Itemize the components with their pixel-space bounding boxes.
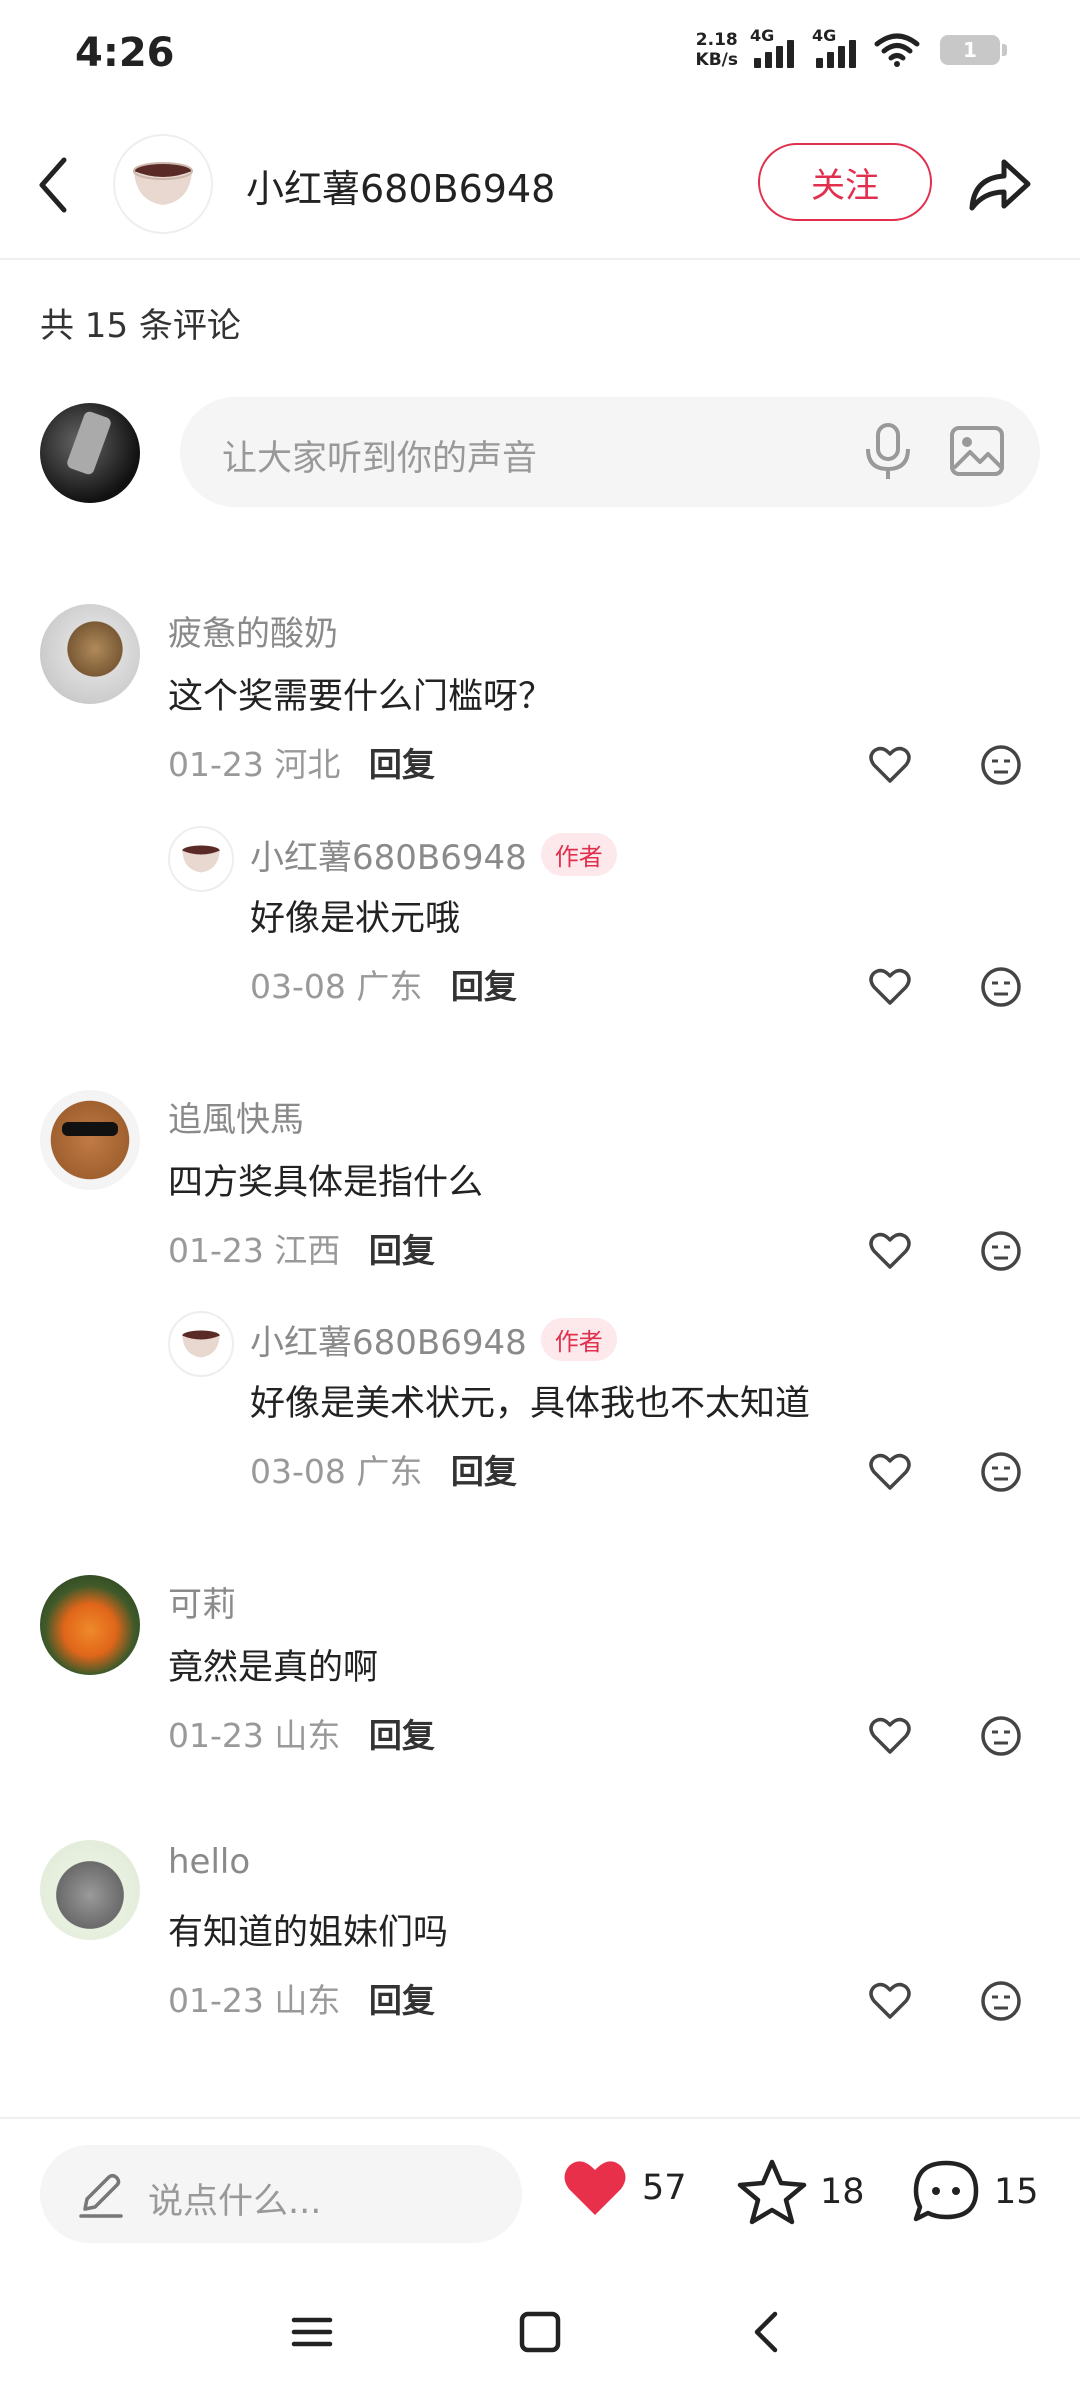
reply-button[interactable]: 回复: [369, 745, 435, 784]
reply-date-location: 03-08 广东: [250, 967, 423, 1006]
comment-text[interactable]: 这个奖需要什么门槛呀？: [168, 668, 553, 719]
heart-filled-icon: [564, 2161, 626, 2215]
commenter-name[interactable]: 疲惫的酸奶: [168, 606, 338, 655]
comment-input[interactable]: 让大家听到你的声音: [180, 397, 1040, 507]
heart-icon[interactable]: [868, 967, 912, 1007]
like-count: 57: [642, 2168, 687, 2208]
dislike-face-icon[interactable]: [980, 966, 1022, 1008]
commenter-avatar[interactable]: [40, 1840, 140, 1940]
comment-meta: 01-23 山东 回复: [168, 1974, 435, 2022]
comment-date-location: 01-23 山东: [168, 1716, 341, 1755]
reply-button[interactable]: 回复: [369, 1981, 435, 2020]
dislike-face-icon[interactable]: [980, 1230, 1022, 1272]
author-badge: 作者: [540, 833, 617, 876]
heart-icon[interactable]: [868, 1716, 912, 1756]
reply-text[interactable]: 好像是美术状元，具体我也不太知道: [250, 1375, 810, 1426]
comment-item: 追風快馬 四方奖具体是指什么 01-23 江西 回复: [0, 1090, 1080, 1290]
status-bar: 4:26 2.18 KB/s 4G 4G 1: [0, 0, 1080, 110]
my-avatar: [40, 403, 140, 503]
favorite-count: 18: [820, 2172, 865, 2212]
share-icon[interactable]: [964, 150, 1034, 220]
microphone-icon[interactable]: [858, 421, 918, 483]
heart-icon[interactable]: [868, 1452, 912, 1492]
dislike-face-icon[interactable]: [980, 1980, 1022, 2022]
star-icon: [737, 2159, 807, 2225]
comment-input-placeholder: 让大家听到你的声音: [222, 439, 538, 479]
battery-icon: 1: [940, 35, 1007, 65]
favorite-stat[interactable]: 18: [736, 2157, 865, 2227]
commenter-name[interactable]: 可莉: [168, 1577, 236, 1626]
dislike-face-icon[interactable]: [980, 744, 1022, 786]
signal-icon: 4G: [812, 26, 862, 68]
say-something-input[interactable]: 说点什么...: [40, 2145, 522, 2243]
home-icon[interactable]: [510, 2302, 570, 2362]
dislike-face-icon[interactable]: [980, 1451, 1022, 1493]
reply-item: 小红薯680B6948 作者 好像是状元哦 03-08 广东 回复: [0, 826, 1080, 1026]
comment-date-location: 01-23 山东: [168, 1981, 341, 2020]
signal-icon: 4G: [750, 26, 800, 68]
say-something-placeholder: 说点什么...: [148, 2182, 322, 2222]
bowl-icon: [182, 1330, 220, 1358]
comment-meta: 01-23 河北 回复: [168, 738, 435, 786]
commenter-avatar[interactable]: [40, 1575, 140, 1675]
reply-button[interactable]: 回复: [369, 1716, 435, 1755]
comment-count-stat: 15: [994, 2172, 1039, 2212]
reply-item: 小红薯680B6948 作者 好像是美术状元，具体我也不太知道 03-08 广东 …: [0, 1311, 1080, 1511]
comment-meta: 01-23 江西 回复: [168, 1224, 435, 1272]
comment-meta: 01-23 山东 回复: [168, 1709, 435, 1757]
reply-button[interactable]: 回复: [451, 1452, 517, 1491]
chat-bubble-icon: [913, 2160, 979, 2222]
pen-icon: [79, 2173, 123, 2218]
bottom-action-bar: 说点什么... 57 18 15: [0, 2117, 1080, 2262]
commenter-name[interactable]: hello: [168, 1842, 250, 1882]
comment-text[interactable]: 竟然是真的啊: [168, 1639, 378, 1690]
status-icons: 2.18 KB/s 4G 4G 1: [695, 26, 1007, 70]
reply-author-avatar[interactable]: [168, 826, 234, 892]
follow-button[interactable]: 关注: [758, 143, 932, 221]
back-nav-icon[interactable]: [737, 2302, 797, 2362]
reply-meta: 03-08 广东 回复: [250, 960, 517, 1008]
comment-item: 疲惫的酸奶 这个奖需要什么门槛呀？ 01-23 河北 回复: [0, 604, 1080, 804]
header: 小红薯680B6948 关注: [0, 110, 1080, 260]
network-speed: 2.18 KB/s: [695, 30, 738, 70]
comment-text[interactable]: 四方奖具体是指什么: [168, 1154, 483, 1205]
comment-stat[interactable]: 15: [910, 2157, 1039, 2227]
reply-button[interactable]: 回复: [451, 967, 517, 1006]
reply-text[interactable]: 好像是状元哦: [250, 890, 460, 941]
back-icon[interactable]: [30, 150, 80, 220]
comment-item: 可莉 竟然是真的啊 01-23 山东 回复: [0, 1575, 1080, 1775]
author-name[interactable]: 小红薯680B6948: [246, 158, 555, 213]
image-icon[interactable]: [948, 422, 1006, 480]
dislike-face-icon[interactable]: [980, 1715, 1022, 1757]
reply-author-name[interactable]: 小红薯680B6948 作者: [250, 1315, 617, 1364]
author-avatar[interactable]: [113, 134, 213, 234]
comment-count: 共 15 条评论: [40, 306, 241, 346]
author-badge: 作者: [540, 1318, 617, 1361]
heart-icon[interactable]: [868, 1231, 912, 1271]
commenter-avatar[interactable]: [40, 604, 140, 704]
reply-author-name[interactable]: 小红薯680B6948 作者: [250, 830, 617, 879]
heart-icon[interactable]: [868, 745, 912, 785]
like-stat[interactable]: 57: [560, 2157, 687, 2219]
commenter-avatar[interactable]: [40, 1090, 140, 1190]
wifi-icon: [874, 33, 920, 67]
reply-button[interactable]: 回复: [369, 1231, 435, 1270]
heart-icon[interactable]: [868, 1981, 912, 2021]
status-time: 4:26: [75, 30, 175, 76]
bowl-icon: [182, 845, 220, 873]
reply-author-avatar[interactable]: [168, 1311, 234, 1377]
menu-icon[interactable]: [282, 2302, 342, 2362]
bowl-icon: [133, 162, 193, 205]
comment-text[interactable]: 有知道的姐妹们吗: [168, 1904, 448, 1955]
reply-meta: 03-08 广东 回复: [250, 1445, 517, 1493]
comment-date-location: 01-23 河北: [168, 745, 341, 784]
commenter-name[interactable]: 追風快馬: [168, 1092, 304, 1141]
comment-date-location: 01-23 江西: [168, 1231, 341, 1270]
comment-item: hello 有知道的姐妹们吗 01-23 山东 回复: [0, 1840, 1080, 2040]
system-nav-bar: [0, 2262, 1080, 2400]
reply-date-location: 03-08 广东: [250, 1452, 423, 1491]
